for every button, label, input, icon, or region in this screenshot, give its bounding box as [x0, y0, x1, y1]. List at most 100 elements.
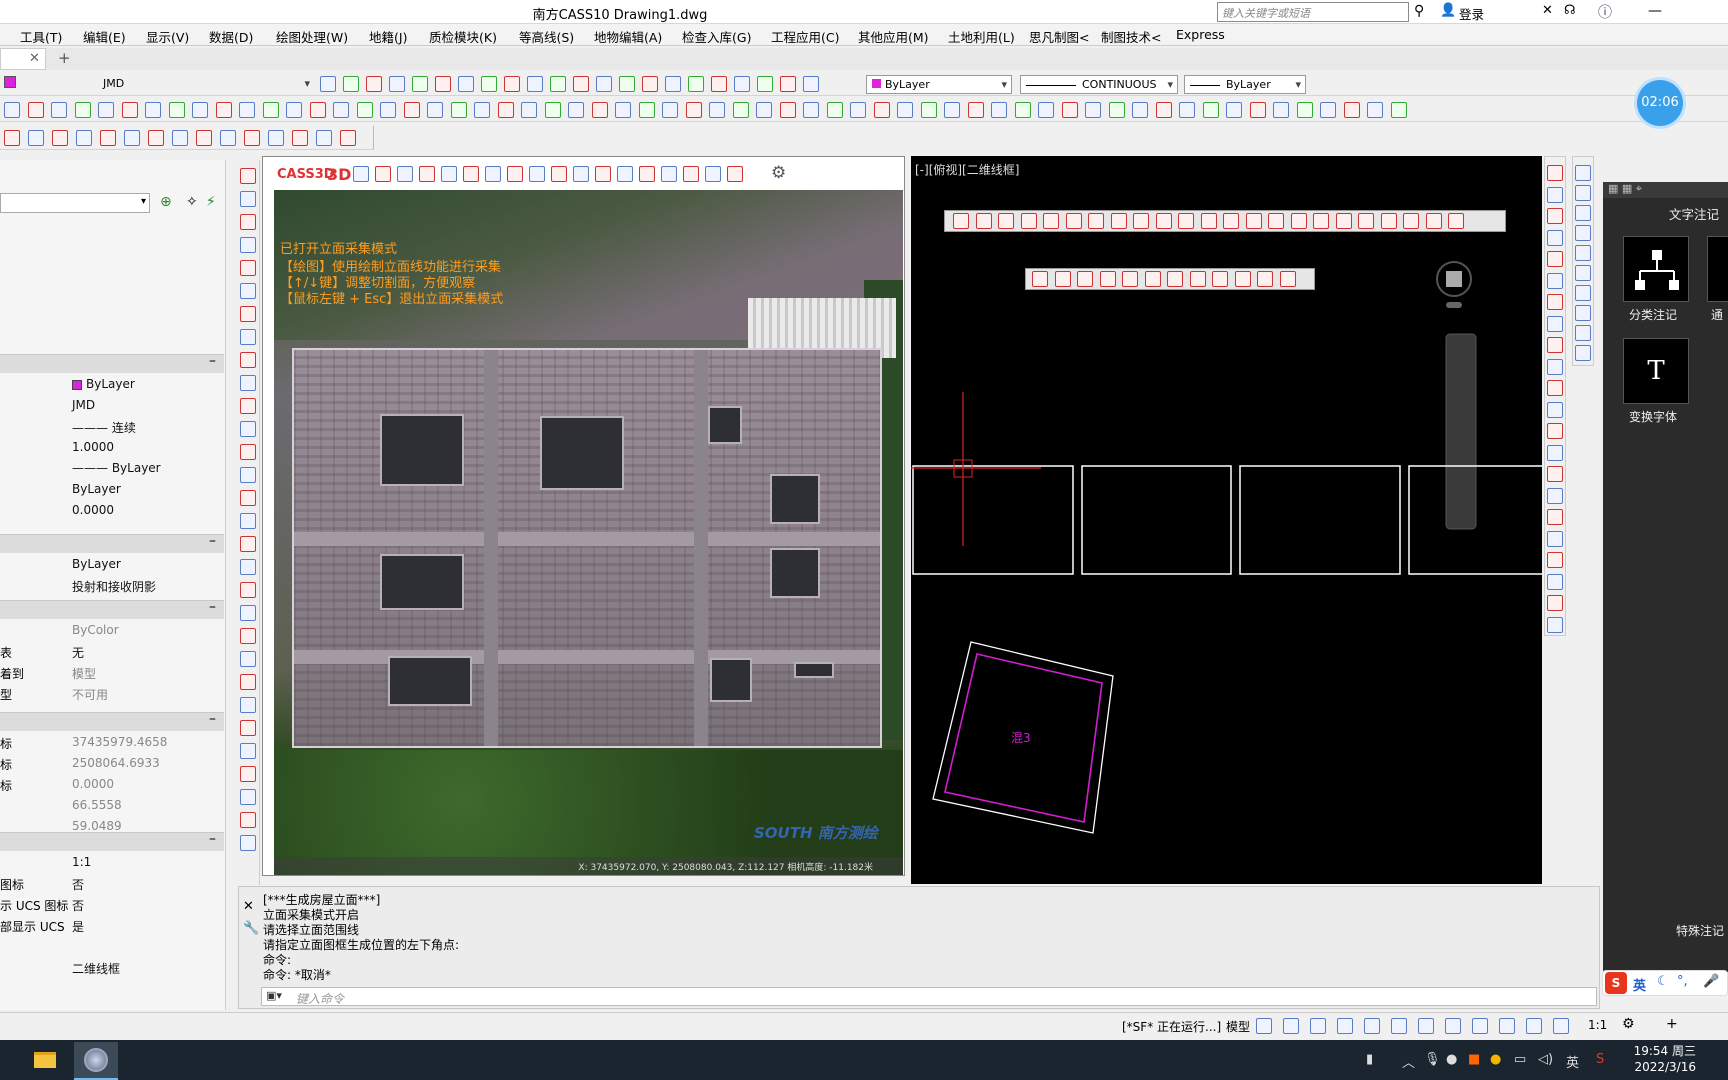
toolbar-button-icon[interactable] — [485, 166, 501, 182]
toolbar-button-icon[interactable] — [240, 306, 256, 322]
toolbar-button-icon[interactable] — [309, 102, 326, 118]
toolbar-button-icon[interactable] — [688, 76, 704, 92]
toolbar-button-icon[interactable] — [240, 329, 256, 345]
toolbar-button-icon[interactable] — [435, 76, 451, 92]
menu-item[interactable]: 检查入库(G) — [682, 27, 751, 46]
toolbar-button-icon[interactable] — [1364, 1018, 1380, 1034]
property-row[interactable]: 0.0000 — [0, 500, 224, 521]
wrench-icon[interactable]: 🔧 — [243, 921, 259, 936]
menu-item[interactable]: 其他应用(M) — [858, 27, 929, 46]
annotation-scale[interactable]: 1:1 — [1588, 1018, 1607, 1032]
ime-moon-icon[interactable]: ☾ — [1657, 974, 1669, 989]
toolbar-button-icon[interactable] — [1343, 102, 1360, 118]
battery-icon[interactable]: ▮ — [1366, 1052, 1373, 1067]
toolbar-button-icon[interactable] — [1296, 102, 1313, 118]
drafting-settings-icons[interactable] — [1256, 1018, 1576, 1034]
toolbar-button-icon[interactable] — [240, 421, 256, 437]
toolbar-button-icon[interactable] — [1575, 325, 1591, 341]
toolbar-button-icon[interactable] — [1575, 305, 1591, 321]
toolbar-button-icon[interactable] — [353, 166, 369, 182]
property-section-header[interactable]: – — [0, 533, 224, 553]
toolbar-button-icon[interactable] — [1547, 573, 1563, 590]
wechat-icon[interactable]: ● — [1446, 1052, 1457, 1067]
property-row[interactable]: 部显示 UCS 是 — [0, 915, 224, 936]
workspace-gear-icon[interactable]: ⚙ — [1622, 1016, 1635, 1032]
elevation-frame[interactable] — [912, 465, 1074, 575]
toolbar-button-icon[interactable] — [240, 536, 256, 552]
ime-punctuation-icon[interactable]: °, — [1677, 974, 1688, 989]
menu-item[interactable]: 数据(D) — [209, 27, 253, 46]
toolbar-button-icon[interactable] — [1337, 1018, 1353, 1034]
toolbar-button-icon[interactable] — [595, 166, 611, 182]
toolbar-button-icon[interactable] — [172, 130, 188, 146]
property-row[interactable]: ByLayer — [0, 374, 224, 395]
toolbar-button-icon[interactable] — [1499, 1018, 1515, 1034]
toolbar-button-icon[interactable] — [1547, 487, 1563, 504]
toolbar-button-icon[interactable] — [121, 102, 138, 118]
menu-item[interactable]: 地物编辑(A) — [594, 27, 662, 46]
toolbar-button-icon[interactable] — [240, 467, 256, 483]
cass3d-toolbar[interactable] — [353, 165, 763, 183]
toolbar-button-icon[interactable] — [897, 102, 913, 118]
cass-taskbar-icon[interactable] — [74, 1042, 118, 1080]
toolbar-button-icon[interactable] — [240, 260, 256, 276]
minimize-icon[interactable]: — — [1648, 3, 1662, 19]
toolbar-button-icon[interactable] — [474, 102, 490, 118]
toolbar-button-icon[interactable] — [1575, 345, 1591, 361]
toolbar-button-icon[interactable] — [1547, 616, 1563, 633]
property-row[interactable]: 着到 模型 — [0, 662, 224, 683]
model-space-button[interactable]: 模型 — [1226, 1018, 1250, 1035]
tray-app-icon[interactable]: ● — [1490, 1052, 1501, 1067]
toolbar-button-icon[interactable] — [780, 76, 796, 92]
login-button[interactable]: 登录 — [1459, 4, 1484, 23]
toolbar-button-icon[interactable] — [709, 102, 725, 118]
toolbar-button-icon[interactable] — [240, 812, 256, 828]
toolbar-button-icon[interactable] — [1179, 102, 1195, 118]
toolbar-button-icon[interactable] — [240, 398, 256, 414]
toolbar-button-icon[interactable] — [826, 102, 843, 118]
close-icon[interactable]: ✕ — [29, 51, 40, 66]
toolbar-button-icon[interactable] — [316, 130, 332, 146]
menu-item[interactable]: 显示(V) — [146, 27, 189, 46]
cass3d-viewport[interactable]: CASS3D 3D ⚙ 已打开立面采集模式 【绘图】使用绘制立面线功能进行采集 … — [262, 156, 905, 876]
system-clock[interactable]: 19:54 周三 2022/3/16 — [1634, 1043, 1696, 1075]
toolbar-button-icon[interactable] — [240, 605, 256, 621]
toolbar-button-icon[interactable] — [665, 76, 681, 92]
plus-icon[interactable]: + — [1666, 1016, 1678, 1032]
command-input[interactable]: ▣▾ 键入命令 — [261, 987, 1597, 1006]
help-icon[interactable]: ⓘ — [1598, 2, 1612, 22]
command-prompt-icon[interactable]: ▣▾ — [266, 989, 282, 1002]
property-row[interactable]: ByLayer — [0, 479, 224, 500]
toolbar-button-icon[interactable] — [1547, 272, 1563, 289]
binoculars-icon[interactable]: ⚲ — [1414, 3, 1424, 19]
sogou-tray-icon[interactable]: S — [1596, 1052, 1604, 1067]
toolbar-button-icon[interactable] — [1320, 102, 1336, 118]
toolbar-button-icon[interactable] — [573, 166, 589, 182]
toolbar-button-icon[interactable] — [366, 76, 382, 92]
toolbar-button-icon[interactable] — [375, 166, 391, 182]
property-row[interactable]: ByLayer — [0, 554, 224, 575]
toolbar-button-icon[interactable] — [507, 166, 523, 182]
toolbar-button-icon[interactable] — [732, 102, 749, 118]
collapse-icon[interactable]: – — [209, 533, 216, 549]
toolbar-button-icon[interactable] — [1547, 229, 1563, 246]
toolbar-button-icon[interactable] — [1061, 102, 1078, 118]
menu-item[interactable]: Express — [1176, 27, 1225, 42]
toolbar-button-icon[interactable] — [1472, 1018, 1488, 1034]
elevation-frame[interactable] — [1239, 465, 1401, 575]
toolbar-button-icon[interactable] — [617, 166, 633, 182]
toolbar-button-icon[interactable] — [1575, 245, 1591, 261]
toolbar-button-icon[interactable] — [419, 166, 435, 182]
toolbar-button-icon[interactable] — [642, 76, 658, 92]
property-row[interactable]: 投射和接收阴影 — [0, 575, 224, 596]
ime-mic-icon[interactable]: 🎤 — [1703, 974, 1719, 989]
input-language[interactable]: 英 — [1566, 1052, 1579, 1071]
property-section-header[interactable]: – — [0, 599, 224, 619]
toolbar-button-icon[interactable] — [403, 102, 420, 118]
menu-item[interactable]: 工程应用(C) — [771, 27, 839, 46]
palette-grid-icon[interactable]: ▦ ▦ ⌖ — [1608, 182, 1642, 196]
toolbar-button-icon[interactable] — [458, 76, 474, 92]
add-selection-icon[interactable]: ⊕ — [160, 194, 172, 210]
toolbar-button-icon[interactable] — [4, 102, 20, 118]
color-combo[interactable]: ByLayer — [866, 75, 1012, 94]
